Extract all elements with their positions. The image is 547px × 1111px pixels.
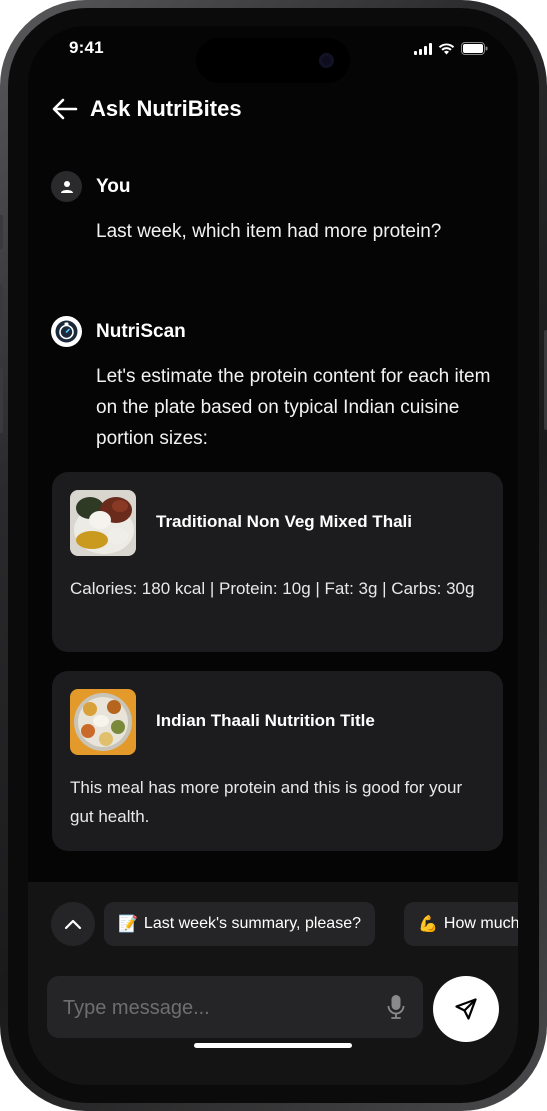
user-sender-name: You xyxy=(96,175,131,197)
wifi-icon xyxy=(438,42,455,54)
battery-icon xyxy=(461,42,488,55)
user-message-text: Last week, which item had more protein? xyxy=(96,221,442,242)
person-icon xyxy=(60,180,73,193)
meal-card-title: Traditional Non Veg Mixed Thali xyxy=(156,512,412,531)
bot-message-header: NutriScan xyxy=(51,316,186,347)
meal-thumbnail xyxy=(70,490,136,556)
meal-thumbnail xyxy=(70,689,136,755)
suggestion-label: Last week's summary, please? xyxy=(143,915,361,932)
meal-card-body: This meal has more protein and this is g… xyxy=(70,778,463,826)
meal-card-title: Indian Thaali Nutrition Title xyxy=(156,711,375,730)
user-message-header: You xyxy=(51,171,130,202)
suggestion-chip[interactable]: 💪 How much protein did I have? xyxy=(404,902,518,946)
send-button[interactable] xyxy=(433,976,499,1042)
suggestion-chip[interactable]: 📝 Last week's summary, please? xyxy=(104,902,375,946)
page-title: Ask NutriBites xyxy=(90,96,242,121)
header: Ask NutriBites xyxy=(52,96,242,122)
meal-card-body: Calories: 180 kcal | Protein: 10g | Fat:… xyxy=(70,579,475,598)
bot-sender-name: NutriScan xyxy=(96,320,186,342)
microphone-icon[interactable] xyxy=(387,994,405,1020)
home-indicator[interactable] xyxy=(194,1043,352,1048)
nutriscan-logo-icon xyxy=(55,320,78,343)
message-input[interactable] xyxy=(61,976,365,1040)
action-button xyxy=(0,215,3,249)
send-icon xyxy=(455,998,477,1020)
meal-card[interactable]: Indian Thaali Nutrition Title This meal … xyxy=(52,671,503,851)
camera-icon xyxy=(319,53,334,68)
bot-avatar xyxy=(51,316,82,347)
chevron-up-icon xyxy=(64,919,82,929)
status-icons xyxy=(414,42,488,55)
memo-icon: 📝 xyxy=(118,916,138,933)
status-time: 9:41 xyxy=(69,38,104,57)
volume-down-button xyxy=(0,367,3,433)
screen: 9:41 Ask NutriBites You Last week, which… xyxy=(28,26,518,1085)
user-avatar xyxy=(51,171,82,202)
meal-card[interactable]: Traditional Non Veg Mixed Thali Calories… xyxy=(52,472,503,652)
volume-up-button xyxy=(0,285,3,351)
composer-area: 📝 Last week's summary, please? 💪 How muc… xyxy=(28,882,518,1085)
cellular-signal-icon xyxy=(414,42,432,55)
flexed-bicep-icon: 💪 xyxy=(418,916,438,933)
dynamic-island xyxy=(196,38,350,83)
message-input-container xyxy=(47,976,423,1040)
bot-message-text: Let's estimate the protein content for e… xyxy=(96,366,491,449)
arrow-left-icon[interactable] xyxy=(52,98,78,120)
suggestion-label: How much protein did I have? xyxy=(443,915,518,932)
collapse-suggestions-button[interactable] xyxy=(51,902,95,946)
